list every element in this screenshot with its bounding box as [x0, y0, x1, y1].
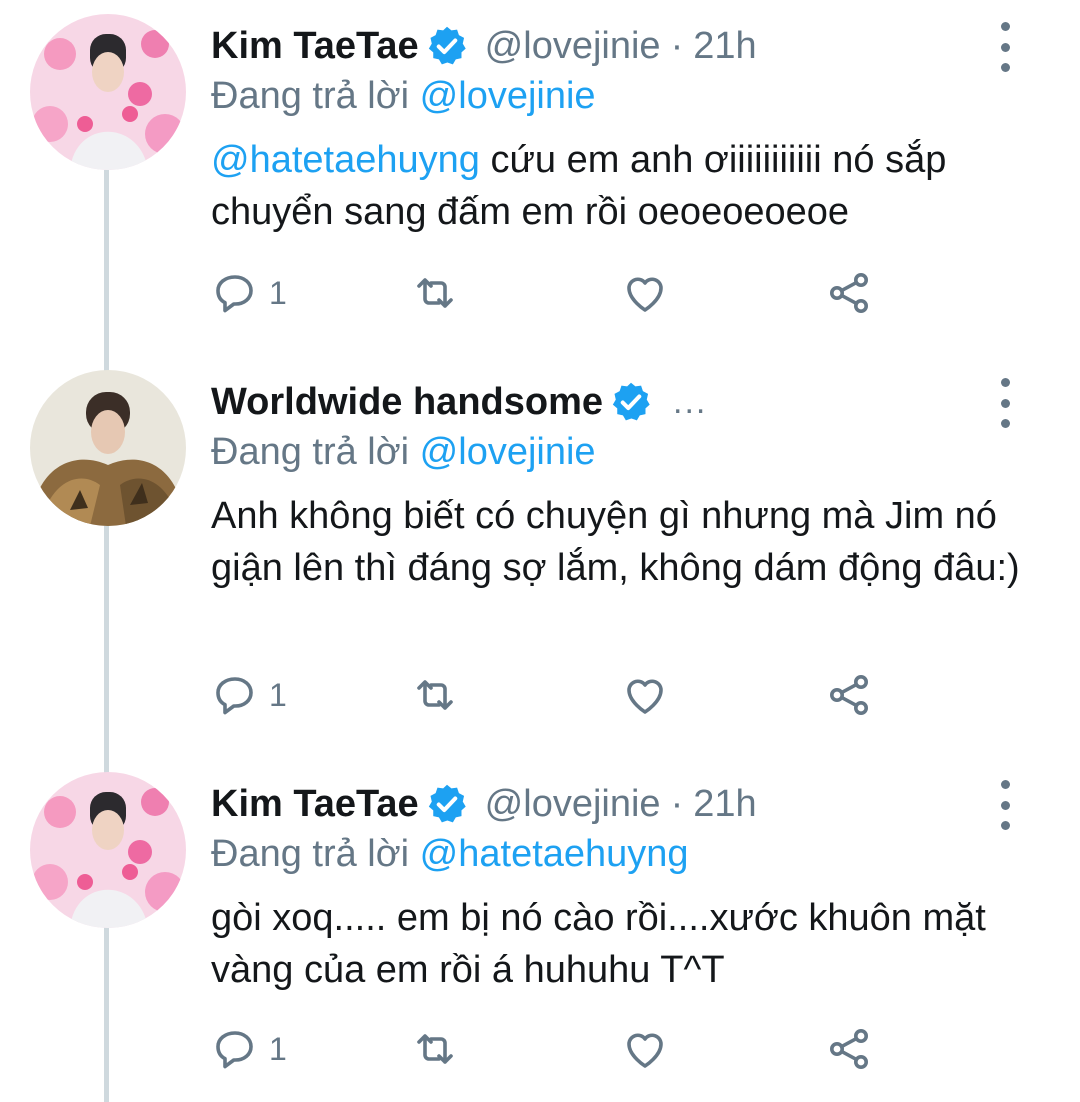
more-vertical-icon[interactable]	[990, 780, 1020, 830]
reply-button[interactable]: 1	[211, 1024, 287, 1074]
display-name[interactable]: Worldwide handsome	[211, 381, 603, 424]
tweet-actions: 1	[211, 670, 911, 720]
verified-badge-icon	[609, 380, 653, 424]
reply-button[interactable]: 1	[211, 670, 287, 720]
reply-icon	[211, 269, 259, 317]
share-button[interactable]	[825, 670, 873, 720]
like-button[interactable]	[621, 1024, 669, 1074]
reply-icon	[211, 671, 259, 719]
body-text: gòi xoq..... em bị nó cào rồi....xước kh…	[211, 897, 986, 991]
reply-count: 1	[269, 274, 287, 311]
tweet-1[interactable]: Kim TaeTae @lovejinie · 21h Đang trả lời…	[0, 0, 1080, 350]
body-mention[interactable]: @hatetaehuyng	[211, 139, 480, 181]
verified-badge-icon	[425, 782, 469, 826]
replying-to-mention[interactable]: @hatetaehuyng	[420, 833, 689, 875]
handle[interactable]: @lovejinie	[485, 25, 661, 68]
retweet-icon	[411, 1025, 459, 1073]
replying-to-mention[interactable]: @lovejinie	[420, 431, 596, 473]
handle[interactable]: @lovejinie	[485, 783, 661, 826]
tweet-text: @hatetaehuyng cứu em anh ơiiiiiiiiiii nó…	[211, 134, 1031, 238]
retweet-button[interactable]	[411, 670, 459, 720]
replying-to: Đang trả lời @lovejinie	[211, 428, 596, 476]
share-icon	[825, 671, 873, 719]
display-name[interactable]: Kim TaeTae	[211, 783, 419, 826]
share-icon	[825, 1025, 873, 1073]
verified-badge-icon	[425, 24, 469, 68]
timestamp[interactable]: 21h	[693, 783, 756, 826]
share-button[interactable]	[825, 1024, 873, 1074]
display-name[interactable]: Kim TaeTae	[211, 25, 419, 68]
replying-to: Đang trả lời @lovejinie	[211, 72, 596, 120]
truncated-marker: ...	[673, 382, 708, 421]
avatar-taetae-icon[interactable]	[30, 772, 186, 928]
reply-count: 1	[269, 1030, 287, 1067]
replying-to-mention[interactable]: @lovejinie	[420, 75, 596, 117]
tweet-3[interactable]: Kim TaeTae @lovejinie · 21h Đang trả lời…	[0, 758, 1080, 1102]
body-text: Anh không biết có chuyện gì nhưng mà Jim…	[211, 495, 1020, 589]
tweet-actions: 1	[211, 268, 911, 318]
replying-to-label: Đang trả lời	[211, 833, 410, 875]
like-button[interactable]	[621, 268, 669, 318]
reply-count: 1	[269, 676, 287, 713]
share-icon	[825, 269, 873, 317]
separator: ·	[670, 24, 684, 67]
retweet-button[interactable]	[411, 1024, 459, 1074]
reply-icon	[211, 1025, 259, 1073]
tweet-header: Kim TaeTae @lovejinie · 21h	[211, 778, 757, 830]
tweet-actions: 1	[211, 1024, 911, 1074]
tweet-text: gòi xoq..... em bị nó cào rồi....xước kh…	[211, 892, 1031, 996]
replying-to-label: Đang trả lời	[211, 431, 410, 473]
tweet-header: Kim TaeTae @lovejinie · 21h	[211, 20, 757, 72]
share-button[interactable]	[825, 268, 873, 318]
like-icon	[621, 269, 669, 317]
like-button[interactable]	[621, 670, 669, 720]
tweet-text: Anh không biết có chuyện gì nhưng mà Jim…	[211, 490, 1031, 594]
tweet-2[interactable]: Worldwide handsome ... Đang trả lời @lov…	[0, 356, 1080, 756]
like-icon	[621, 671, 669, 719]
avatar-fur-coat-icon[interactable]	[30, 370, 186, 526]
reply-button[interactable]: 1	[211, 268, 287, 318]
avatar-taetae-icon[interactable]	[30, 14, 186, 170]
replying-to-label: Đang trả lời	[211, 75, 410, 117]
more-vertical-icon[interactable]	[990, 378, 1020, 428]
tweet-header: Worldwide handsome ...	[211, 376, 707, 428]
like-icon	[621, 1025, 669, 1073]
replying-to: Đang trả lời @hatetaehuyng	[211, 830, 689, 878]
retweet-button[interactable]	[411, 268, 459, 318]
separator: ·	[670, 782, 684, 825]
timestamp[interactable]: 21h	[693, 25, 756, 68]
retweet-icon	[411, 671, 459, 719]
more-vertical-icon[interactable]	[990, 22, 1020, 72]
retweet-icon	[411, 269, 459, 317]
